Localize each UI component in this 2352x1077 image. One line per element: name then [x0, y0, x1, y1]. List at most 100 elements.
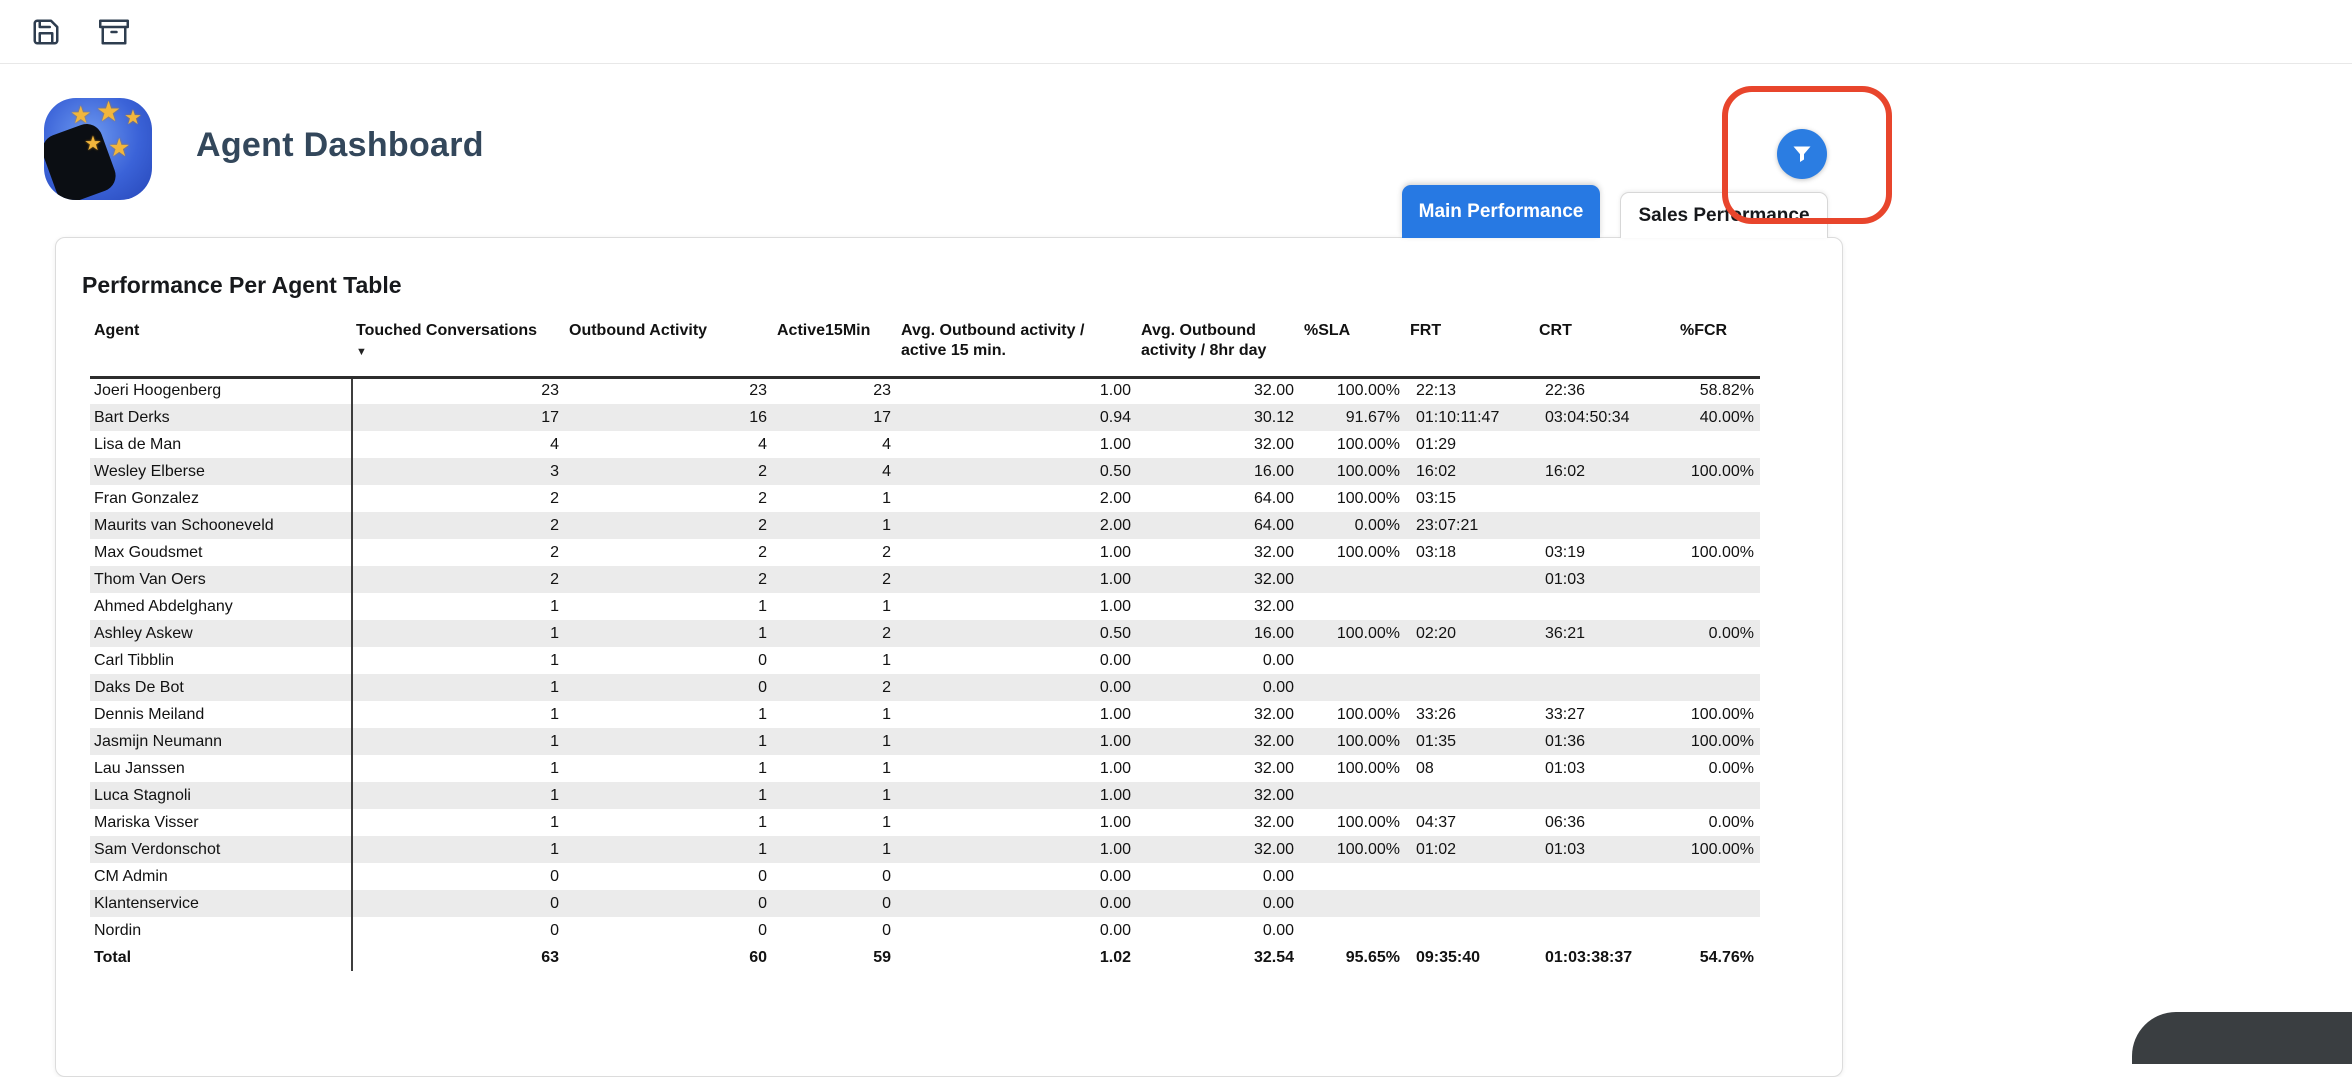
table-wrapper: Agent Touched Conversations▼Outbound Acti…: [90, 315, 1842, 971]
table-cell: 1: [773, 755, 897, 782]
top-toolbar: [0, 0, 2352, 64]
table-cell: 23: [773, 377, 897, 404]
column-header[interactable]: Agent: [90, 315, 352, 377]
column-header-label: Avg. Outbound activity / active 15 min.: [901, 322, 1084, 359]
column-header-label: Active15Min: [777, 322, 870, 339]
table-cell: [1300, 647, 1406, 674]
table-cell: [1676, 593, 1760, 620]
table-cell: 32.00: [1137, 539, 1300, 566]
table-cell: 54.76%: [1676, 944, 1760, 971]
table-cell: [1406, 674, 1535, 701]
table-cell: 09:35:40: [1406, 944, 1535, 971]
table-cell: 0.00: [1137, 917, 1300, 944]
column-header[interactable]: Touched Conversations▼: [352, 315, 565, 377]
star-icon: ★: [70, 104, 92, 128]
table-cell: 1: [352, 836, 565, 863]
column-header-label: Agent: [94, 322, 139, 339]
table-cell: 2: [352, 485, 565, 512]
table-cell: 100.00%: [1676, 836, 1760, 863]
table-cell: 1.00: [897, 566, 1137, 593]
table-row: Max Goudsmet2221.0032.00100.00%03:1803:1…: [90, 539, 1760, 566]
table-cell: [1535, 647, 1676, 674]
table-cell: 0: [352, 863, 565, 890]
sort-desc-icon[interactable]: ▼: [356, 346, 557, 360]
table-cell: 2: [773, 566, 897, 593]
table-cell: 33:27: [1535, 701, 1676, 728]
archive-icon[interactable]: [98, 16, 130, 48]
table-cell: 0: [352, 917, 565, 944]
table-cell: 2: [773, 539, 897, 566]
table-cell: 1.00: [897, 755, 1137, 782]
table-cell: 01:35: [1406, 728, 1535, 755]
column-header[interactable]: Outbound Activity: [565, 315, 773, 377]
table-row: Klantenservice0000.000.00: [90, 890, 1760, 917]
column-header[interactable]: Avg. Outbound activity / 8hr day: [1137, 315, 1300, 377]
column-header[interactable]: %FCR: [1676, 315, 1760, 377]
table-cell: 32.00: [1137, 566, 1300, 593]
column-header-label: %FCR: [1680, 322, 1727, 339]
table-cell: 32.00: [1137, 782, 1300, 809]
table-cell: 1: [352, 701, 565, 728]
table-title: Performance Per Agent Table: [82, 272, 1842, 299]
table-cell: 0.00: [897, 863, 1137, 890]
filter-button[interactable]: [1777, 129, 1827, 179]
column-header-label: %SLA: [1304, 322, 1350, 339]
column-header[interactable]: Active15Min: [773, 315, 897, 377]
table-cell: 32.00: [1137, 728, 1300, 755]
tab-main-performance[interactable]: Main Performance: [1402, 185, 1600, 238]
table-cell: 4: [773, 431, 897, 458]
table-cell: 1.00: [897, 782, 1137, 809]
table-cell: 16:02: [1406, 458, 1535, 485]
table-cell: Bart Derks: [90, 404, 352, 431]
table-cell: 100.00%: [1676, 539, 1760, 566]
table-cell: Nordin: [90, 917, 352, 944]
table-cell: 16: [565, 404, 773, 431]
table-cell: 01:03: [1535, 566, 1676, 593]
table-body: Joeri Hoogenberg2323231.0032.00100.00%22…: [90, 377, 1760, 971]
table-row: Nordin0000.000.00: [90, 917, 1760, 944]
table-cell: [1676, 485, 1760, 512]
table-cell: 0: [352, 890, 565, 917]
table-cell: 2: [773, 674, 897, 701]
table-cell: 08: [1406, 755, 1535, 782]
table-cell: 1: [773, 512, 897, 539]
table-cell: 59: [773, 944, 897, 971]
table-cell: 32.54: [1137, 944, 1300, 971]
table-cell: 16:02: [1535, 458, 1676, 485]
table-cell: 100.00%: [1300, 485, 1406, 512]
table-cell: 2: [352, 566, 565, 593]
table-cell: 100.00%: [1676, 701, 1760, 728]
table-cell: 1: [565, 755, 773, 782]
table-cell: 2: [352, 539, 565, 566]
column-header[interactable]: FRT: [1406, 315, 1535, 377]
table-cell: 64.00: [1137, 485, 1300, 512]
table-cell: 100.00%: [1300, 458, 1406, 485]
table-cell: 0: [565, 863, 773, 890]
table-row: Fran Gonzalez2212.0064.00100.00%03:15: [90, 485, 1760, 512]
page-title: Agent Dashboard: [196, 126, 484, 165]
table-row: Ahmed Abdelghany1111.0032.00: [90, 593, 1760, 620]
star-icon: ★: [96, 98, 121, 126]
table-cell: 0.00%: [1676, 620, 1760, 647]
table-cell: 1: [352, 620, 565, 647]
table-total-row: Total6360591.0232.5495.65%09:35:4001:03:…: [90, 944, 1760, 971]
column-header[interactable]: %SLA: [1300, 315, 1406, 377]
tab-sales-performance[interactable]: Sales Performance: [1620, 192, 1828, 238]
column-header[interactable]: Avg. Outbound activity / active 15 min.: [897, 315, 1137, 377]
table-cell: Ahmed Abdelghany: [90, 593, 352, 620]
table-row: Mariska Visser1111.0032.00100.00%04:3706…: [90, 809, 1760, 836]
column-header[interactable]: CRT: [1535, 315, 1676, 377]
table-cell: 0.94: [897, 404, 1137, 431]
table-cell: 63: [352, 944, 565, 971]
column-header-label: FRT: [1410, 322, 1441, 339]
table-cell: 1.00: [897, 701, 1137, 728]
table-cell: [1676, 674, 1760, 701]
table-cell: 32.00: [1137, 836, 1300, 863]
save-icon[interactable]: [30, 16, 62, 48]
table-cell: 01:10:11:47: [1406, 404, 1535, 431]
table-cell: 04:37: [1406, 809, 1535, 836]
table-cell: 4: [352, 431, 565, 458]
table-cell: 1: [565, 701, 773, 728]
table-cell: 0.00: [1137, 674, 1300, 701]
table-cell: 23: [565, 377, 773, 404]
